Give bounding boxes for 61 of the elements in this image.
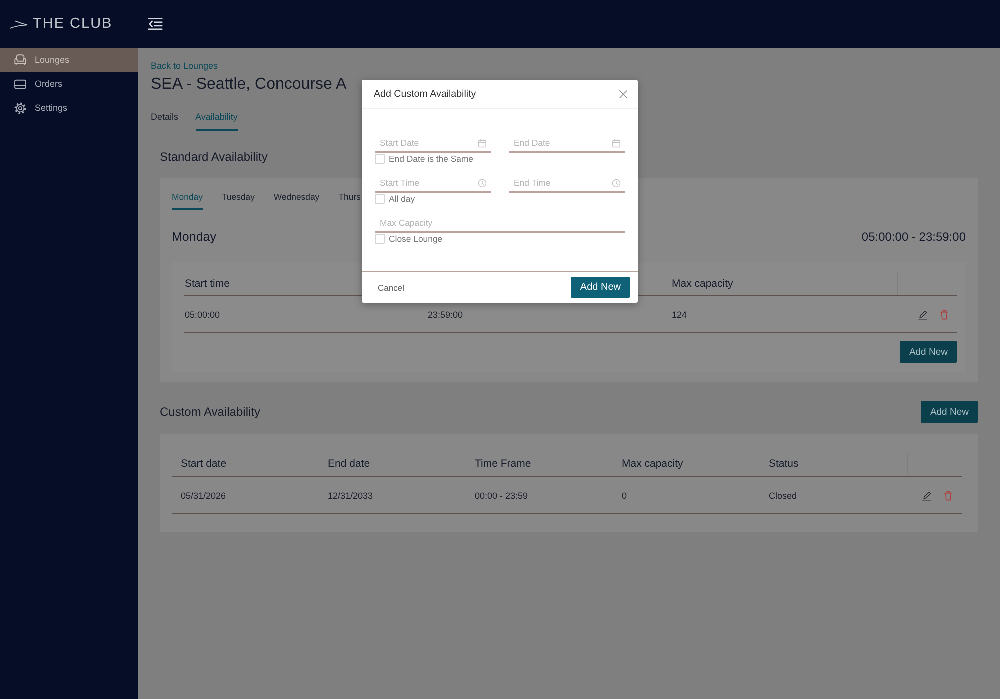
column-header: Status — [769, 458, 799, 470]
add-new-button[interactable]: Add New — [921, 401, 978, 423]
armchair-icon — [14, 54, 27, 66]
date-field[interactable]: End Date — [509, 135, 625, 153]
table-cell: 124 — [672, 310, 688, 320]
day-tab[interactable]: Monday — [172, 191, 203, 210]
sidebar-item[interactable]: Settings — [0, 96, 138, 120]
clock-icon[interactable] — [612, 179, 621, 188]
number-field[interactable]: Max Capacity — [375, 215, 625, 233]
trash-icon[interactable] — [944, 490, 953, 500]
calendar-icon[interactable] — [612, 139, 621, 148]
add-new-button[interactable]: Add New — [900, 341, 957, 363]
section-title: Standard Availability — [160, 149, 268, 165]
checkbox[interactable] — [375, 194, 385, 204]
table-cell: 05:00:00 — [185, 310, 220, 320]
table-cell: 12/31/2033 — [328, 490, 374, 500]
day-tab[interactable]: Wednesday — [274, 191, 320, 210]
cancel-button[interactable]: Cancel — [378, 282, 404, 292]
close-icon[interactable] — [619, 90, 628, 98]
day-tab[interactable]: Thurs — [338, 191, 361, 210]
table-cell: 0 — [622, 490, 628, 500]
table-cell: 05/31/2026 — [181, 490, 226, 500]
pencil-icon[interactable] — [918, 310, 928, 320]
checkbox-label[interactable]: Close Lounge — [389, 234, 443, 244]
trash-icon[interactable] — [940, 310, 949, 320]
sidebar-item[interactable]: Lounges — [0, 48, 138, 72]
sidebar-item[interactable]: Orders — [0, 72, 138, 96]
column-header: Max capacity — [672, 278, 734, 290]
checkbox[interactable] — [375, 234, 385, 244]
section-title: Custom Availability — [160, 404, 260, 420]
back-link[interactable]: Back to Lounges — [151, 60, 218, 72]
card-icon — [14, 78, 27, 90]
column-header: Max capacity — [622, 458, 684, 470]
add-new-button[interactable]: Add New — [571, 277, 630, 298]
table-cell: 23:59:00 — [428, 310, 464, 320]
checkbox[interactable] — [375, 154, 385, 164]
day-hours: 05:00:00 - 23:59:00 — [862, 230, 966, 244]
tab[interactable]: Availability — [196, 110, 238, 131]
day-title: Monday — [172, 230, 216, 244]
column-header: Start time — [185, 278, 230, 290]
time-field[interactable]: Start Time — [375, 175, 491, 193]
logo-text: THE CLUB — [33, 15, 113, 33]
day-tab[interactable]: Tuesday — [222, 191, 255, 210]
table-cell: Closed — [769, 490, 798, 500]
page-title: SEA - Seattle, Concourse A — [151, 75, 347, 95]
table-cell: 00:00 - 23:59 — [475, 490, 528, 500]
column-header: Start date — [181, 458, 227, 470]
menu-icon[interactable] — [148, 17, 163, 31]
gear-icon — [14, 102, 27, 114]
swoosh-icon — [10, 20, 28, 28]
column-header: End date — [328, 458, 370, 470]
clock-icon[interactable] — [478, 179, 487, 188]
date-field[interactable]: Start Date — [375, 135, 491, 153]
dialog-title: Add Custom Availability — [374, 88, 476, 100]
column-header: Time Frame — [475, 458, 532, 470]
tab[interactable]: Details — [151, 110, 179, 131]
pencil-icon[interactable] — [922, 490, 932, 500]
checkbox-label[interactable]: End Date is the Same — [389, 154, 474, 164]
calendar-icon[interactable] — [478, 139, 487, 148]
checkbox-label[interactable]: All day — [389, 194, 416, 204]
time-field[interactable]: End Time — [509, 175, 625, 193]
